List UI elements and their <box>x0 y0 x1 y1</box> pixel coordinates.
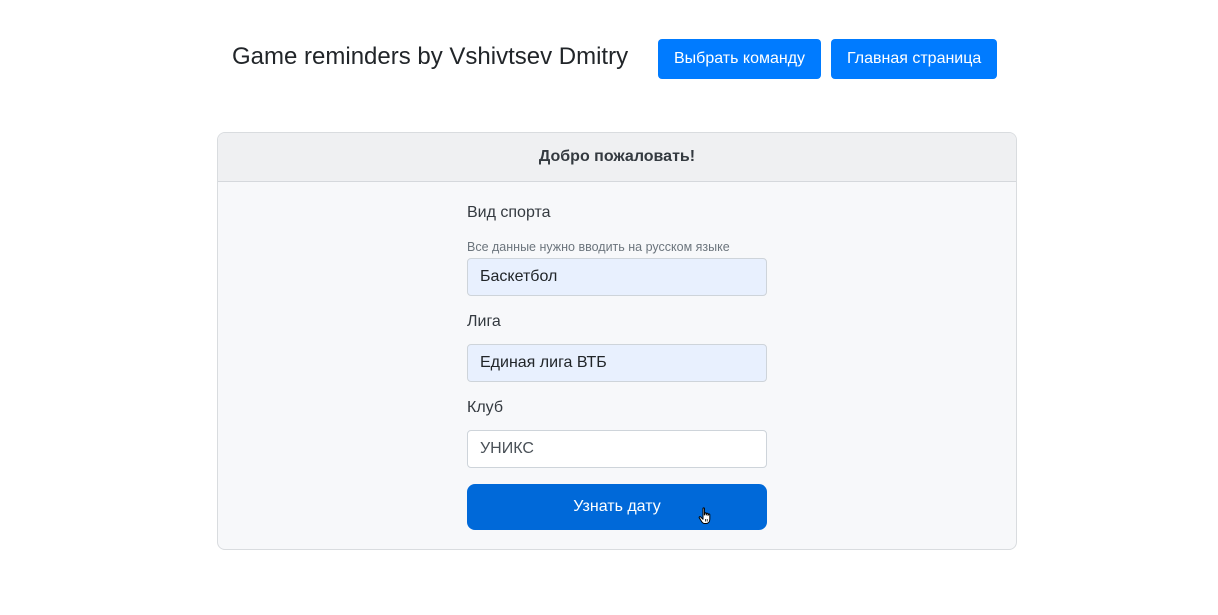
card-title: Добро пожаловать! <box>218 133 1016 182</box>
hand-pointer-icon <box>698 507 711 524</box>
club-label: Клуб <box>467 399 503 416</box>
home-page-button[interactable]: Главная страница <box>831 39 997 79</box>
welcome-card: Добро пожаловать! Вид спорта Все данные … <box>217 132 1017 550</box>
choose-team-button[interactable]: Выбрать команду <box>658 39 821 79</box>
language-hint: Все данные нужно вводить на русском язык… <box>467 240 730 254</box>
sport-input[interactable] <box>467 258 767 296</box>
app-title: Game reminders by Vshivtsev Dmitry <box>232 43 629 70</box>
league-input[interactable] <box>467 344 767 382</box>
sport-label: Вид спорта <box>467 204 551 221</box>
find-date-button[interactable]: Узнать дату <box>467 484 767 530</box>
top-header: Game reminders by Vshivtsev Dmitry Выбра… <box>0 39 1218 79</box>
league-label: Лига <box>467 313 501 330</box>
club-input[interactable] <box>467 430 767 468</box>
